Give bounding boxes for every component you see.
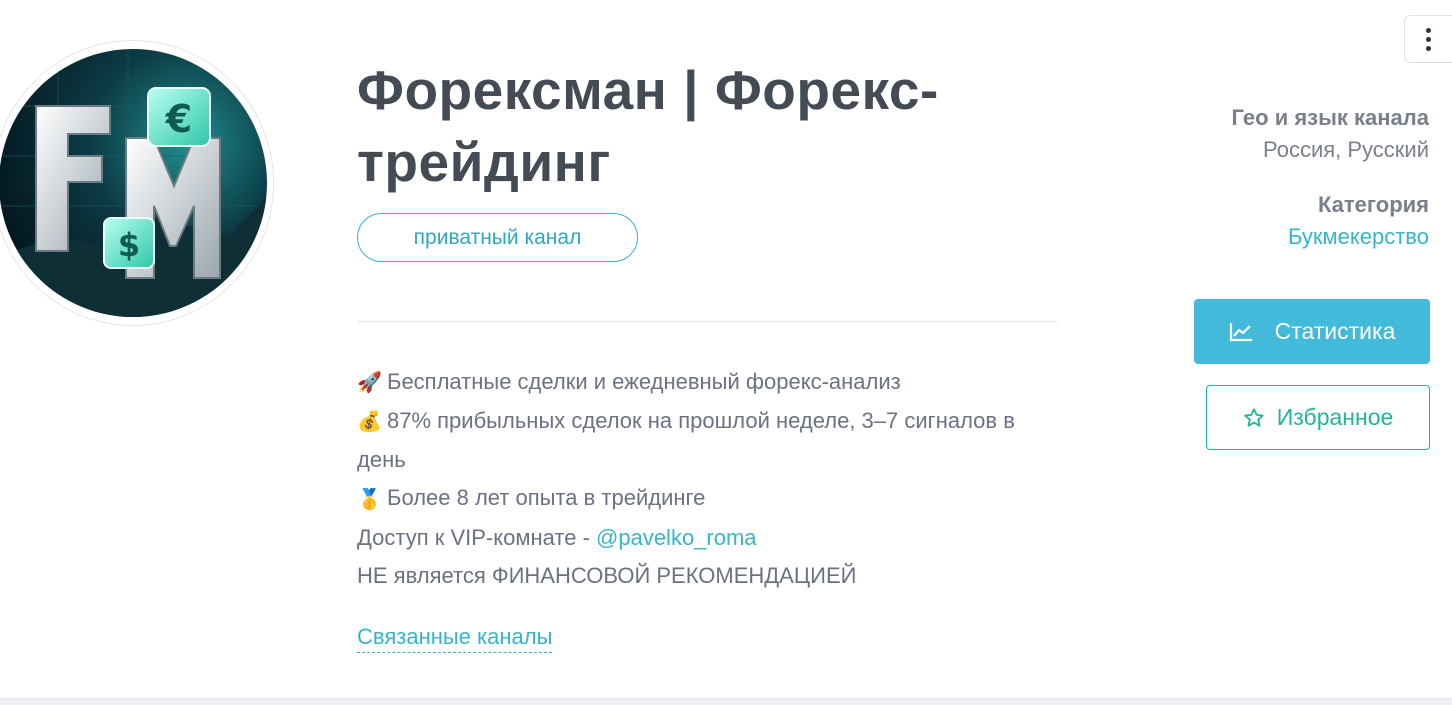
- category-label: Категория: [1317, 192, 1429, 217]
- channel-avatar: € $: [0, 40, 274, 326]
- disclaimer-text: НЕ является ФИНАНСОВОЙ РЕКОМЕНДАЦИЕЙ: [357, 562, 857, 588]
- favorite-button[interactable]: Избранное: [1206, 385, 1430, 450]
- more-dots-icon-dot: [1426, 36, 1431, 42]
- statistics-button-label: Статистика: [1274, 318, 1396, 344]
- money-bag-icon: 💰: [357, 411, 382, 434]
- more-options-button[interactable]: [1404, 15, 1452, 63]
- description-text: Бесплатные сделки и ежедневный форекс-ан…: [387, 369, 901, 394]
- svg-text:$: $: [118, 226, 140, 264]
- medal-icon: 🥇: [357, 488, 382, 511]
- geo-language-block: Гео и язык канала Россия, Русский: [1232, 102, 1429, 166]
- divider: [357, 321, 1058, 322]
- description-line: Доступ к VIP-комнате - @pavelko_roma: [357, 519, 1017, 557]
- avatar-logo-image: € $: [0, 49, 267, 317]
- vip-contact-link[interactable]: @pavelko_roma: [596, 525, 757, 550]
- description-line: 💰 87% прибыльных сделок на прошлой неделе…: [357, 402, 1017, 479]
- svg-text:€: €: [165, 97, 192, 141]
- chart-line-icon: [1229, 322, 1252, 341]
- vip-prefix-text: Доступ к VIP-комнате -: [357, 524, 597, 550]
- statistics-button[interactable]: Статистика: [1194, 299, 1430, 364]
- channel-title: Форексман | Форекс-трейдинг: [357, 59, 939, 193]
- more-dots-icon: [1426, 27, 1431, 33]
- favorite-button-label: Избранное: [1276, 404, 1394, 430]
- description-line: 🚀 Бесплатные сделки и ежедневный форекс-а…: [357, 363, 1017, 402]
- description-line: 🥇 Более 8 лет опыта в трейдинге: [357, 479, 1017, 518]
- related-channels-link[interactable]: Связанные каналы: [357, 622, 553, 653]
- category-link[interactable]: Букмекерство: [1288, 221, 1429, 253]
- rocket-icon: 🚀: [357, 372, 382, 395]
- star-icon: [1244, 407, 1264, 427]
- channel-description: 🚀 Бесплатные сделки и ежедневный форекс-а…: [357, 363, 1017, 595]
- geo-language-label: Гео и язык канала: [1231, 105, 1429, 130]
- more-dots-icon-dot: [1426, 45, 1431, 51]
- description-text: Более 8 лет опыта в трейдинге: [387, 485, 706, 511]
- category-block: Категория Букмекерство: [1288, 189, 1429, 253]
- description-text: 87% прибыльных сделок на прошлой неделе,…: [357, 408, 1015, 473]
- private-channel-badge: приватный канал: [357, 213, 638, 262]
- geo-language-value: Россия, Русский: [1263, 137, 1429, 162]
